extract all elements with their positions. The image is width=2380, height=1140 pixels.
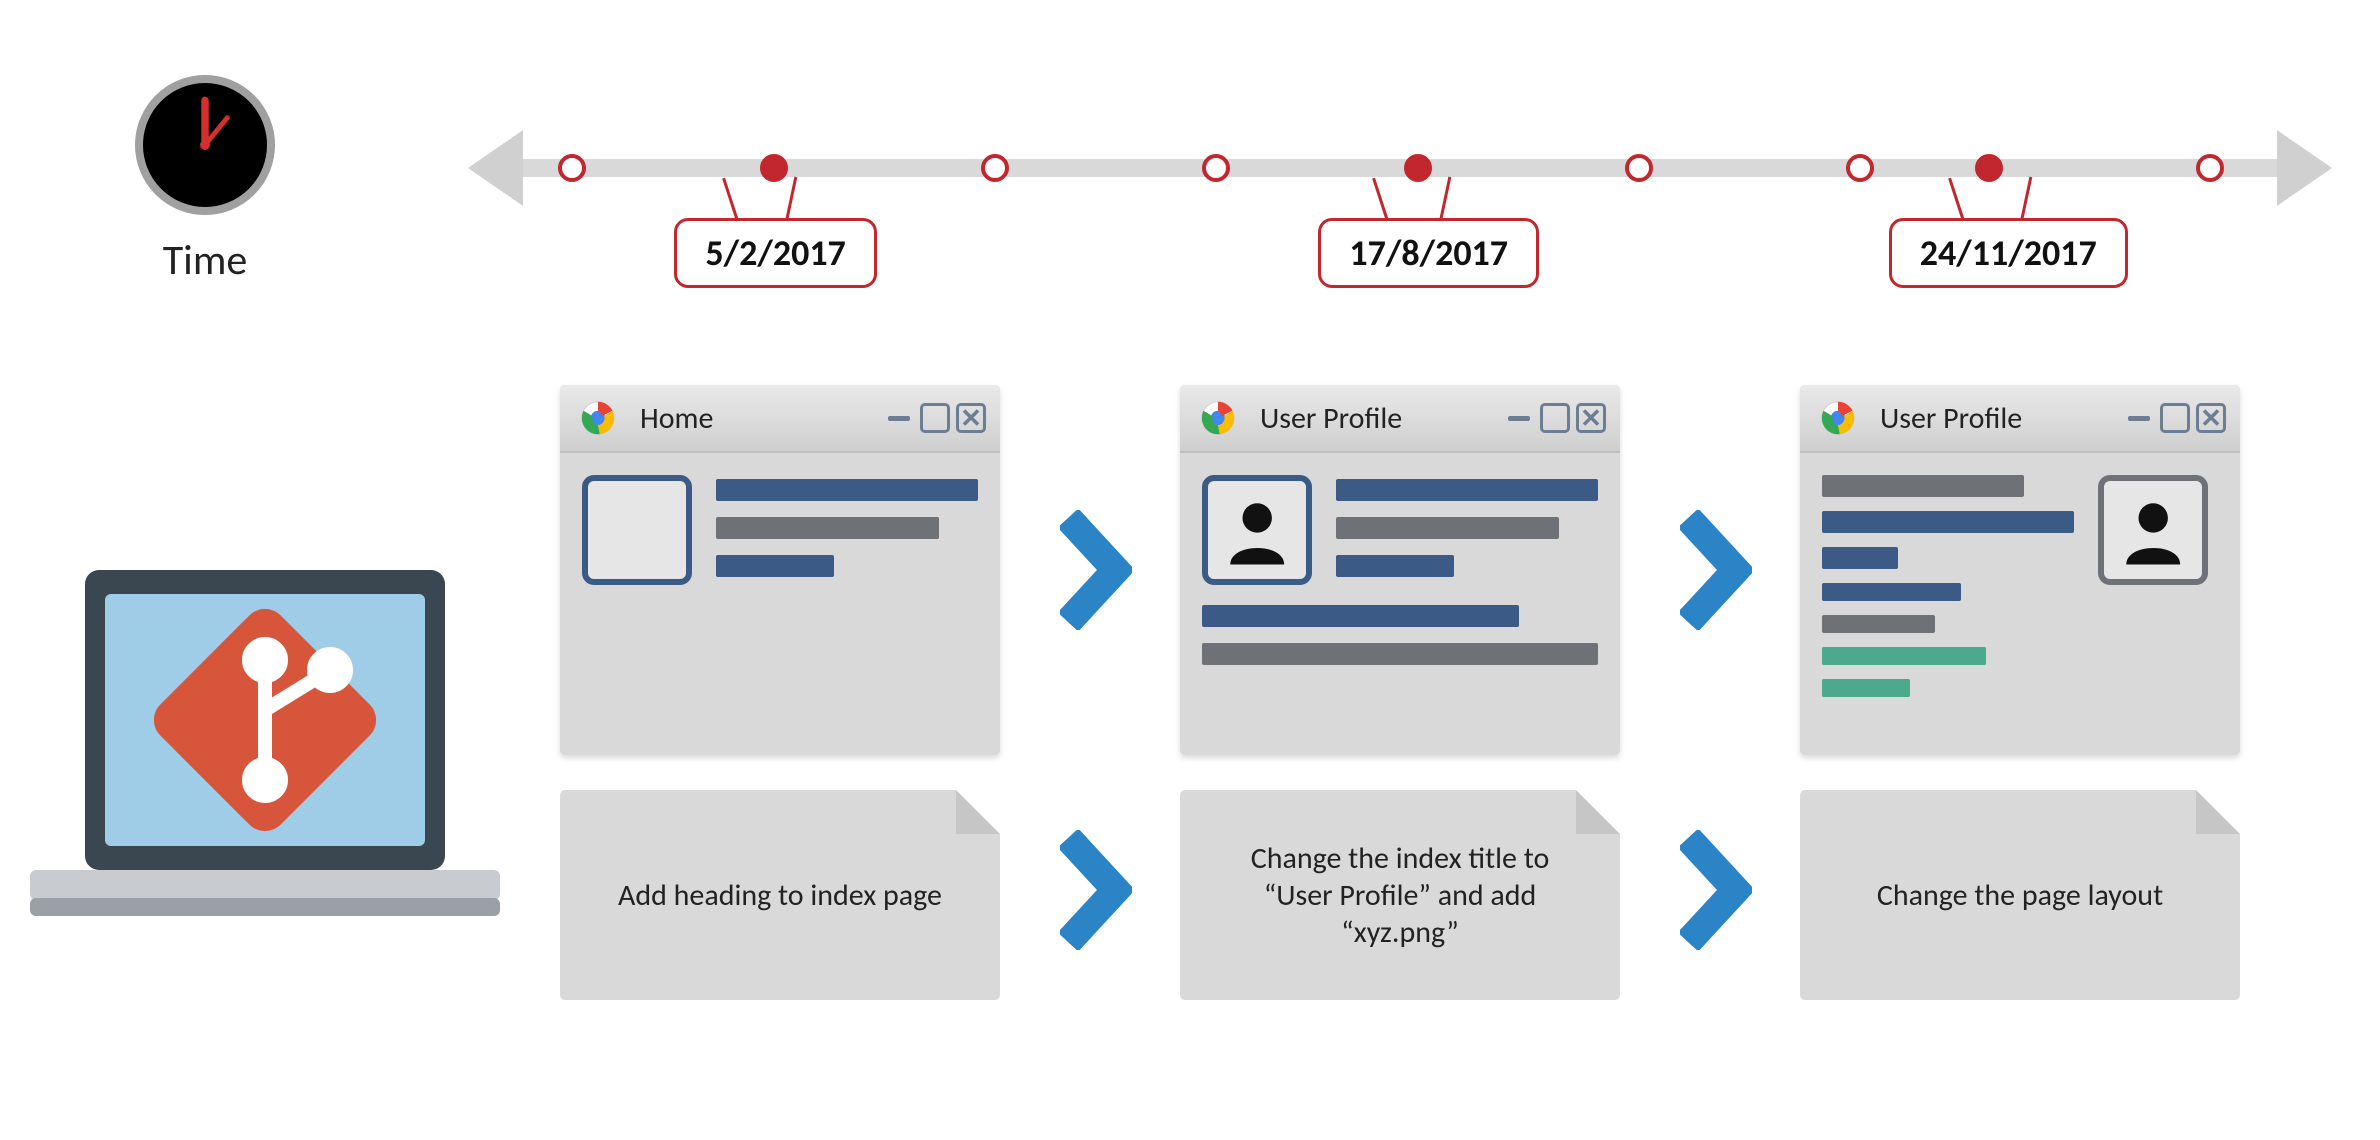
commit-message-2: Change the index title to “User Profile”… <box>1180 790 1620 1000</box>
timeline-tick <box>1202 154 1230 182</box>
date-callout: 17/8/2017 <box>1318 218 1539 288</box>
content-bar <box>716 555 834 577</box>
content-bar <box>1822 615 1935 633</box>
window-title: User Profile <box>1260 400 1402 437</box>
content-bar <box>1336 517 1559 539</box>
content-bar <box>1822 511 2074 533</box>
timeline-tick-filled <box>1404 154 1432 182</box>
window-controls: ✕ <box>884 403 986 433</box>
next-arrow-icon <box>1060 830 1132 950</box>
titlebar: User Profile ✕ <box>1180 385 1620 453</box>
maximize-icon[interactable] <box>920 403 950 433</box>
titlebar: User Profile ✕ <box>1800 385 2240 453</box>
content-bar <box>1822 475 2024 497</box>
content-bar <box>716 479 978 501</box>
window-title: Home <box>640 400 713 437</box>
content-bar <box>716 517 939 539</box>
timeline-tick <box>2196 154 2224 182</box>
close-icon[interactable]: ✕ <box>1576 403 1606 433</box>
content-bar <box>1336 555 1454 577</box>
content-bar <box>1822 647 1986 665</box>
timeline-arrow-right-icon <box>2277 130 2332 206</box>
browser-window-2: User Profile ✕ <box>1180 385 1620 755</box>
minimize-icon[interactable] <box>884 403 914 433</box>
timeline-arrow-left-icon <box>468 130 523 206</box>
titlebar: Home ✕ <box>560 385 1000 453</box>
timeline-tick <box>558 154 586 182</box>
laptop-git-icon <box>30 560 500 940</box>
avatar-icon <box>2098 475 2208 585</box>
timeline-tick <box>1846 154 1874 182</box>
chrome-icon <box>580 400 616 436</box>
clock-icon <box>135 75 275 215</box>
next-arrow-icon <box>1680 510 1752 630</box>
timeline-tick <box>981 154 1009 182</box>
window-controls: ✕ <box>1504 403 1606 433</box>
window-controls: ✕ <box>2124 403 2226 433</box>
timeline-tick-filled <box>760 154 788 182</box>
maximize-icon[interactable] <box>1540 403 1570 433</box>
timeline: 5/2/201717/8/201724/11/2017 <box>480 143 2320 193</box>
content-bar <box>1202 643 1598 665</box>
date-callout: 5/2/2017 <box>674 218 876 288</box>
timeline-tick <box>1625 154 1653 182</box>
timeline-tick-filled <box>1975 154 2003 182</box>
content-bar <box>1822 679 1910 697</box>
browser-window-3: User Profile ✕ <box>1800 385 2240 755</box>
time-label: Time <box>120 235 290 286</box>
maximize-icon[interactable] <box>2160 403 2190 433</box>
browser-window-1: Home ✕ <box>560 385 1000 755</box>
content-bar <box>1822 583 1961 601</box>
content-bar <box>1822 547 1898 569</box>
avatar-icon <box>1202 475 1312 585</box>
close-icon[interactable]: ✕ <box>2196 403 2226 433</box>
next-arrow-icon <box>1060 510 1132 630</box>
window-title: User Profile <box>1880 400 2022 437</box>
minimize-icon[interactable] <box>1504 403 1534 433</box>
date-callout: 24/11/2017 <box>1889 218 2128 288</box>
chrome-icon <box>1820 400 1856 436</box>
content-bar <box>1336 479 1598 501</box>
empty-avatar-box <box>582 475 692 585</box>
commit-message-3: Change the page layout <box>1800 790 2240 1000</box>
next-arrow-icon <box>1680 830 1752 950</box>
content-bar <box>1202 605 1519 627</box>
minimize-icon[interactable] <box>2124 403 2154 433</box>
close-icon[interactable]: ✕ <box>956 403 986 433</box>
commit-message-1: Add heading to index page <box>560 790 1000 1000</box>
chrome-icon <box>1200 400 1236 436</box>
